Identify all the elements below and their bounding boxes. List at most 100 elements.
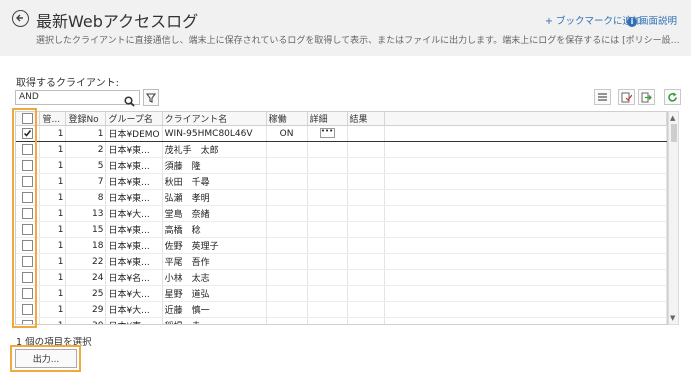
col-header-status[interactable]: 稼働 (266, 112, 308, 126)
table-row[interactable]: 1 18 日本¥東... 佐野 英理子 (16, 237, 667, 254)
mgmt-cell: 1 (39, 125, 67, 142)
result-cell (347, 205, 386, 222)
status-cell (266, 141, 308, 158)
status-cell (266, 301, 308, 318)
detail-cell: ••• (307, 125, 348, 142)
help-link-label: 画面説明 (639, 16, 678, 27)
group-cell: 日本¥東... (105, 221, 163, 238)
detail-button[interactable]: ••• (319, 128, 335, 139)
col-header-result[interactable]: 結果 (347, 112, 386, 126)
detail-cell (307, 189, 348, 206)
back-arrow-icon[interactable] (12, 10, 29, 27)
group-cell: 日本¥DEMO (105, 125, 163, 142)
detail-cell (307, 253, 348, 270)
table-row[interactable]: 1 1 日本¥DEMO WIN-95HMC80L46V ON ••• (16, 125, 667, 142)
scroll-down-icon[interactable]: ▼ (670, 314, 675, 322)
col-header-client[interactable]: クライアント名 (162, 112, 267, 126)
group-cell: 日本¥大... (105, 285, 163, 302)
mgmt-cell: 1 (39, 221, 67, 238)
scroll-up-icon[interactable]: ▲ (670, 114, 675, 122)
search-icon[interactable] (124, 92, 135, 111)
status-cell (266, 253, 308, 270)
scroll-thumb[interactable] (671, 124, 677, 142)
export-button[interactable] (638, 89, 655, 105)
table-row[interactable]: 1 5 日本¥東... 須藤 隆 (16, 157, 667, 174)
checkbox-column-highlight (12, 108, 37, 328)
mgmt-cell: 1 (39, 141, 67, 158)
client-name-cell: 須藤 隆 (162, 157, 267, 174)
detail-cell (307, 141, 348, 158)
group-cell: 日本¥大... (105, 301, 163, 318)
group-cell: 日本¥東... (105, 237, 163, 254)
refresh-icon (668, 92, 677, 102)
filler-cell (384, 157, 667, 174)
col-header-mgmt[interactable]: 管... (39, 112, 67, 126)
table-row[interactable]: 1 8 日本¥東... 弘瀬 孝明 (16, 189, 667, 206)
result-cell (347, 317, 386, 324)
table-row[interactable]: 1 13 日本¥大... 堂島 奈緒 (16, 205, 667, 222)
filler-cell (384, 237, 667, 254)
table-row[interactable]: 130日本¥東...稲場 圭 (16, 317, 667, 324)
filler-cell (384, 253, 667, 270)
result-cell (347, 125, 386, 142)
reg-no-cell: 13 (65, 205, 107, 222)
help-link[interactable]: i 画面説明 (627, 13, 677, 27)
detail-cell (307, 221, 348, 238)
filler-cell (384, 189, 667, 206)
client-table: 管... 登録No グループ名 クライアント名 稼働 詳細 結果 1 1 日本¥DE… (15, 111, 668, 325)
reg-no-cell: 1 (65, 125, 107, 142)
status-cell (266, 157, 308, 174)
client-name-cell: WIN-95HMC80L46V (162, 125, 267, 142)
search-input[interactable]: AND (15, 90, 140, 105)
status-cell: ON (266, 125, 308, 142)
filter-button[interactable] (143, 89, 159, 106)
filler-cell (384, 125, 667, 142)
detail-cell (307, 157, 348, 174)
list-view-button[interactable] (594, 89, 611, 105)
col-header-reg-no[interactable]: 登録No (65, 112, 107, 126)
client-name-cell: 堂島 奈緒 (162, 205, 267, 222)
filler-cell (384, 317, 667, 324)
vertical-scrollbar[interactable]: ▲ ▼ (668, 111, 679, 325)
group-cell: 日本¥東... (105, 141, 163, 158)
refresh-button[interactable] (664, 89, 681, 105)
col-header-group[interactable]: グループ名 (105, 112, 163, 126)
reg-no-cell: 7 (65, 173, 107, 190)
table-row[interactable]: 1 22 日本¥東... 平尾 吾作 (16, 253, 667, 270)
result-cell (347, 301, 386, 318)
group-cell: 日本¥名... (105, 269, 163, 286)
result-cell (347, 221, 386, 238)
detail-cell (307, 317, 348, 324)
filter-icon (145, 93, 157, 103)
client-name-cell: 秋田 千尋 (162, 173, 267, 190)
table-row[interactable]: 1 7 日本¥東... 秋田 千尋 (16, 173, 667, 190)
filler-cell (384, 221, 667, 238)
reg-no-cell: 15 (65, 221, 107, 238)
reg-no-cell: 25 (65, 285, 107, 302)
filler-cell (384, 205, 667, 222)
detail-cell (307, 237, 348, 254)
result-cell (347, 173, 386, 190)
table-row[interactable]: 1 15 日本¥東... 高橋 稔 (16, 221, 667, 238)
table-row[interactable]: 1 2 日本¥東... 茂礼手 太郎 (16, 141, 667, 158)
status-cell (266, 205, 308, 222)
result-cell (347, 157, 386, 174)
client-name-cell: 佐野 英理子 (162, 237, 267, 254)
export-icon (641, 92, 652, 103)
result-cell (347, 237, 386, 254)
status-cell (266, 189, 308, 206)
output-button-highlight (10, 345, 81, 372)
result-cell (347, 269, 386, 286)
col-header-filler (384, 112, 667, 126)
table-row[interactable]: 1 29 日本¥大... 近藤 慎一 (16, 301, 667, 318)
table-row[interactable]: 1 25 日本¥大... 星野 道弘 (16, 285, 667, 302)
mgmt-cell: 1 (39, 317, 67, 324)
reg-no-cell: 2 (65, 141, 107, 158)
export-settings-button[interactable] (618, 89, 635, 105)
col-header-detail[interactable]: 詳細 (307, 112, 348, 126)
client-name-cell: 高橋 稔 (162, 221, 267, 238)
group-cell: 日本¥東... (105, 189, 163, 206)
client-name-cell: 小林 太志 (162, 269, 267, 286)
table-row[interactable]: 1 24 日本¥名... 小林 太志 (16, 269, 667, 286)
client-name-cell: 弘瀬 孝明 (162, 189, 267, 206)
